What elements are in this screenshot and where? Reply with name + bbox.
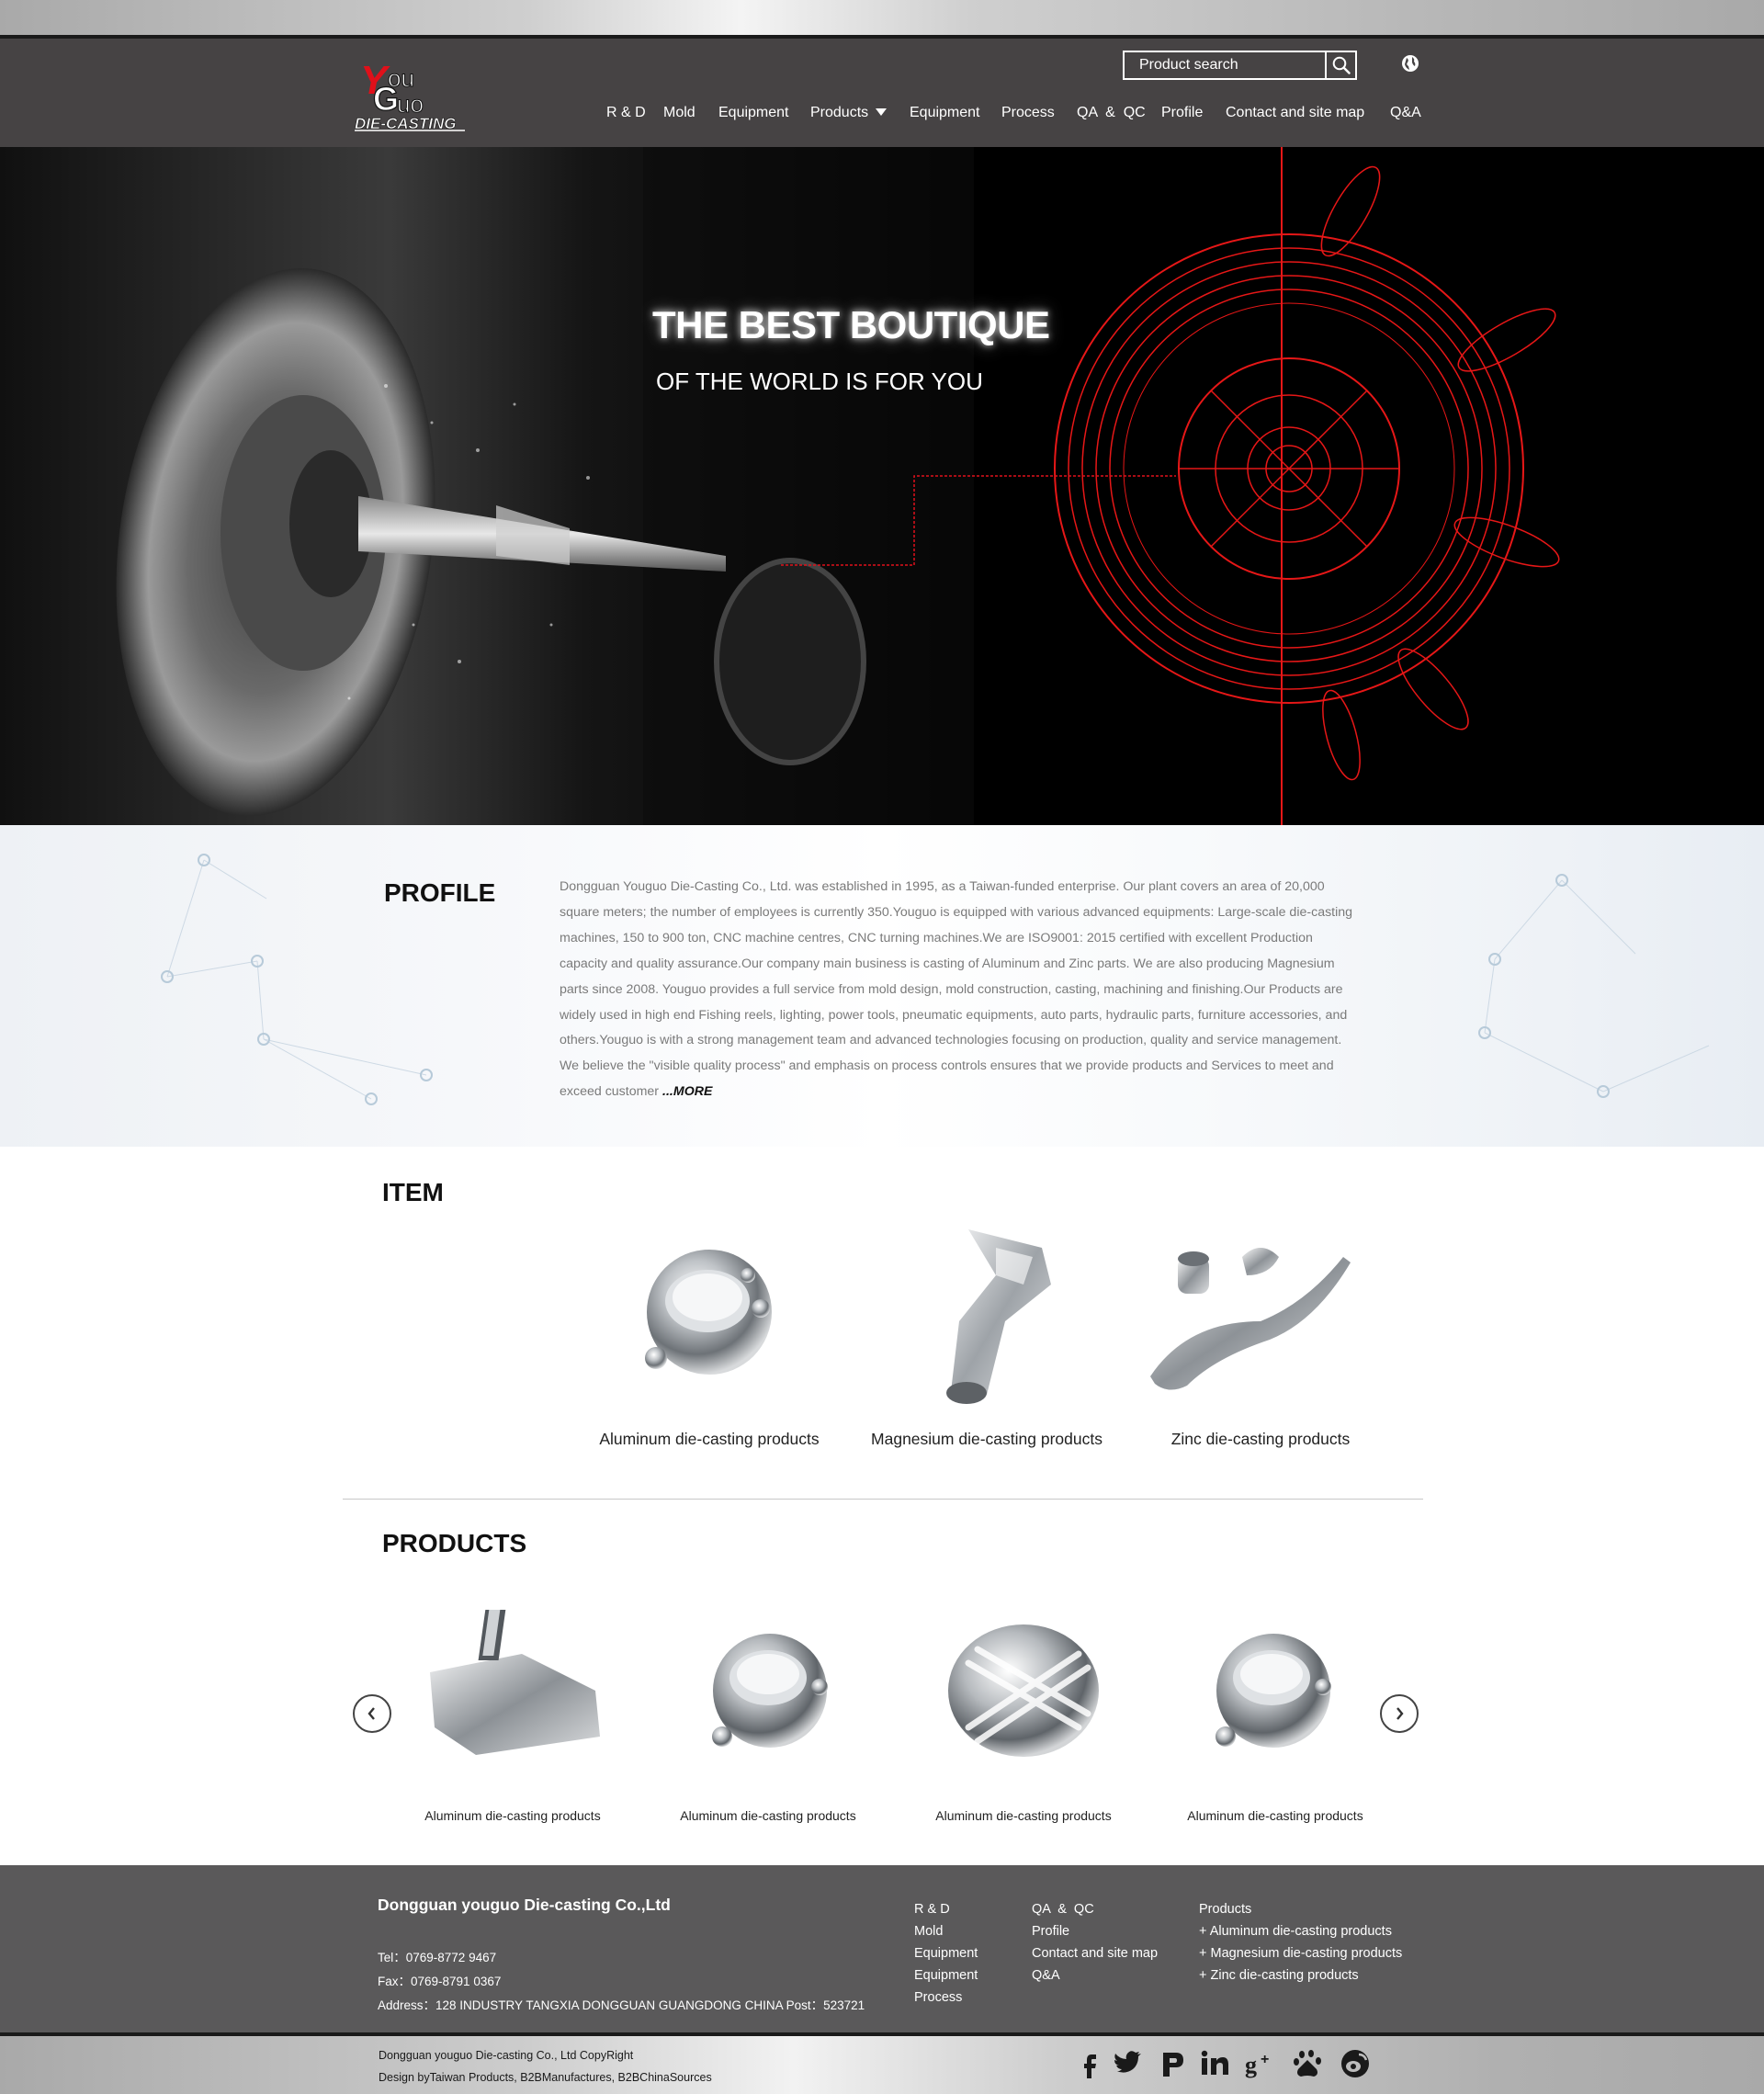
carousel-prev-button[interactable] [353,1694,391,1733]
google-plus-icon[interactable]: g + [1244,2047,1277,2080]
footer-link-products[interactable]: Products [1199,1898,1402,1920]
nav-profile[interactable]: Profile [1161,105,1203,121]
svg-text:uo: uo [397,90,424,118]
chevron-left-icon [368,1707,375,1720]
item-magnesium-label: Magnesium die-casting products [871,1430,1102,1448]
nav-rd[interactable]: R & D [606,105,646,121]
nav-process[interactable]: Process [1001,105,1055,121]
footer-link-profile[interactable]: Profile [1032,1920,1158,1942]
footer-links-col3: Products + Aluminum die-casting products… [1199,1898,1402,1986]
carousel-next-button[interactable] [1380,1694,1419,1733]
product-label-1: Aluminum die-casting products [424,1808,601,1823]
footer-link-equipment-2[interactable]: Equipment [914,1964,978,1986]
search-icon [1332,56,1351,74]
nav-contact[interactable]: Contact and site map [1226,105,1364,121]
section-divider [343,1499,1423,1500]
product-image-2 [712,1634,828,1748]
chevron-down-icon [876,108,888,116]
footer-fax: Fax：0769-8791 0367 [378,1975,502,1988]
product-card-1[interactable]: Aluminum die-casting products [402,1599,623,1828]
copyright-text: Dongguan youguo Die-casting Co., Ltd Cop… [379,2049,634,2062]
item-aluminum[interactable]: Aluminum die-casting products [581,1213,838,1461]
item-zinc[interactable]: Zinc die-casting products [1132,1213,1389,1461]
nav-equipment[interactable]: Equipment [718,105,789,121]
product-card-3[interactable]: Aluminum die-casting products [913,1599,1134,1828]
footer-link-aluminum[interactable]: + Aluminum die-casting products [1199,1920,1402,1942]
product-search [1123,51,1357,80]
weibo-icon[interactable] [1339,2047,1372,2080]
nav-products[interactable]: Products [810,105,888,121]
nav-equipment-2[interactable]: Equipment [910,105,980,121]
footer-company-name: Dongguan youguo Die-casting Co.,Ltd [378,1896,671,1914]
footer-link-rd[interactable]: R & D [914,1898,978,1920]
magnesium-product-image [946,1229,1051,1404]
hero-subtitle: OF THE WORLD IS FOR YOU [656,368,983,395]
chevron-right-icon [1396,1707,1404,1720]
nav-mold[interactable]: Mold [663,105,695,121]
hero-machining-image [0,147,1560,825]
footer-link-contact[interactable]: Contact and site map [1032,1942,1158,1964]
profile-section: PROFILE Dongguan Youguo Die-Casting Co.,… [0,825,1764,1147]
search-input[interactable] [1125,52,1325,78]
nav-qanda[interactable]: Q&A [1390,105,1421,121]
profile-more-link[interactable]: ...MORE [662,1084,712,1099]
profile-body: Dongguan Youguo Die-Casting Co., Ltd. wa… [560,879,1353,1100]
product-image-3 [948,1624,1099,1757]
site-footer: Dongguan youguo Die-casting Co.,Ltd Tel：… [0,1865,1764,2032]
product-image-1 [430,1610,600,1755]
footer-link-qa-qc[interactable]: QA & QC [1032,1898,1158,1920]
profile-text: Dongguan Youguo Die-Casting Co., Ltd. wa… [560,875,1355,1105]
svg-text:g: g [1245,2052,1257,2078]
footer-links-col2: QA & QC Profile Contact and site map Q&A [1032,1898,1158,1986]
footer-link-zinc[interactable]: + Zinc die-casting products [1199,1964,1402,1986]
footer-links-col1: R & D Mold Equipment Equipment Process [914,1898,978,2009]
footer-link-qanda[interactable]: Q&A [1032,1964,1158,1986]
design-credit-text: Design byTaiwan Products, B2BManufacture… [379,2071,712,2084]
twitter-icon[interactable] [1113,2047,1146,2080]
product-label-2: Aluminum die-casting products [680,1808,856,1823]
hero-title: THE BEST BOUTIQUE [652,303,1050,346]
product-card-4[interactable]: Aluminum die-casting products [1165,1599,1385,1828]
svg-text:DIE-CASTING: DIE-CASTING [355,115,457,132]
language-globe-icon[interactable] [1401,54,1419,73]
product-image-4 [1216,1634,1331,1748]
zinc-product-image [1150,1248,1351,1390]
nav-products-label: Products [810,105,869,120]
pinterest-icon[interactable] [1156,2047,1189,2080]
profile-title: PROFILE [384,878,496,907]
baidu-icon[interactable] [1292,2047,1325,2080]
bottom-bar: Dongguan youguo Die-casting Co., Ltd Cop… [0,2036,1764,2094]
item-magnesium[interactable]: Magnesium die-casting products [858,1213,1115,1461]
footer-tel: Tel：0769-8772 9467 [378,1951,497,1964]
nav-qa-qc[interactable]: QA & QC [1077,105,1146,121]
svg-text:G: G [373,80,399,118]
footer-address: Address：128 INDUSTRY TANGXIA DONGGUAN GU… [378,1998,865,2012]
item-zinc-label: Zinc die-casting products [1170,1430,1351,1448]
item-aluminum-label: Aluminum die-casting products [599,1430,820,1448]
aluminum-product-image [645,1250,772,1375]
company-logo[interactable]: Y ou G uo DIE-CASTING [355,55,469,132]
footer-link-process[interactable]: Process [914,1986,978,2009]
footer-link-magnesium[interactable]: + Magnesium die-casting products [1199,1942,1402,1964]
products-title: PRODUCTS [382,1529,527,1557]
facebook-icon[interactable] [1073,2047,1106,2080]
linkedin-icon[interactable] [1198,2047,1231,2080]
footer-link-equipment[interactable]: Equipment [914,1942,978,1964]
item-title: ITEM [382,1178,444,1206]
top-decor-strip [0,0,1764,35]
site-header: Y ou G uo DIE-CASTING R & D Mold Equipme… [0,39,1764,147]
svg-text:+: + [1261,2052,1269,2067]
hero-banner: THE BEST BOUTIQUE OF THE WORLD IS FOR YO… [0,147,1764,825]
product-card-2[interactable]: Aluminum die-casting products [658,1599,878,1828]
product-label-3: Aluminum die-casting products [935,1808,1112,1823]
footer-link-mold[interactable]: Mold [914,1920,978,1942]
search-button[interactable] [1325,52,1355,78]
product-label-4: Aluminum die-casting products [1187,1808,1363,1823]
